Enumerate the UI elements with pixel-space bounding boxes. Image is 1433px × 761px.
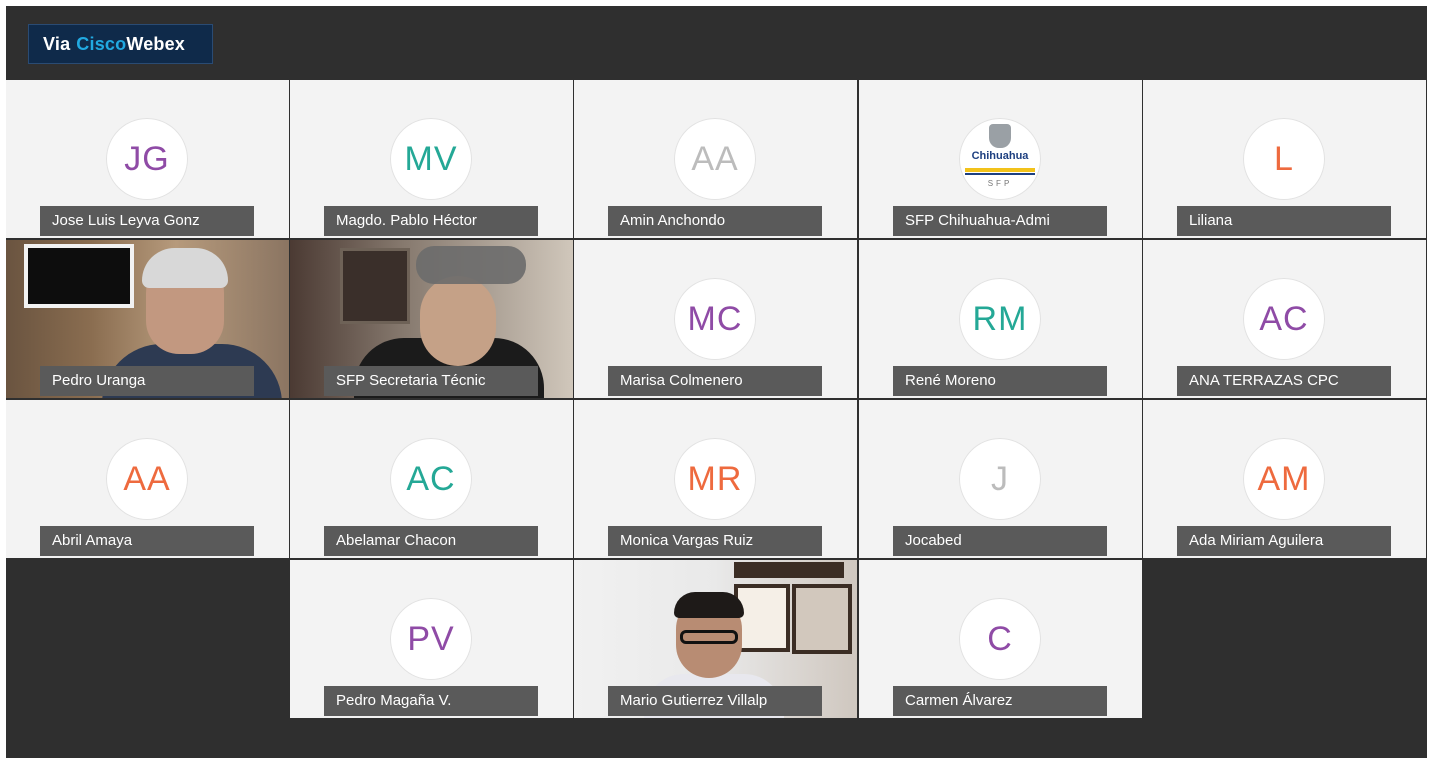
glasses [680,630,738,644]
participant-avatar: L [1243,118,1325,200]
sfp-chihuahua-logo: Chihuahua SFP [959,118,1041,200]
participant-name: Mario Gutierrez Villalp [608,686,822,716]
participant-tile[interactable]: Mario Gutierrez Villalp [574,560,857,718]
participant-name: SFP Chihuahua-Admi [893,206,1107,236]
badge-cisco-text: Cisco [76,33,127,54]
participant-tile[interactable]: MV Magdo. Pablo Héctor [290,80,573,238]
participant-name: Jocabed [893,526,1107,556]
participant-tile[interactable]: MC Marisa Colmenero [574,240,857,398]
participant-name: Abril Amaya [40,526,254,556]
participant-name: Amin Anchondo [608,206,822,236]
participant-name: Jose Luis Leyva Gonz [40,206,254,236]
participant-tile[interactable]: AM Ada Miriam Aguilera [1143,400,1426,558]
participant-avatar: AA [106,438,188,520]
participant-name: Pedro Uranga [40,366,254,396]
participant-tile[interactable]: AA Amin Anchondo [574,80,857,238]
participant-avatar: AA [674,118,756,200]
webex-meeting-window: Via Cisco Webex JG Jose Luis Leyva Gonz … [6,6,1427,758]
participant-tile[interactable]: AA Abril Amaya [6,400,289,558]
participant-tile[interactable]: C Carmen Álvarez [859,560,1142,718]
participant-avatar: RM [959,278,1041,360]
participant-avatar: MC [674,278,756,360]
participant-name: Magdo. Pablo Héctor [324,206,538,236]
participant-name: Monica Vargas Ruiz [608,526,822,556]
wall-picture [792,584,852,654]
face-shield [416,246,526,284]
participant-tile[interactable]: AC ANA TERRAZAS CPC [1143,240,1426,398]
wall-picture [24,244,134,308]
participant-name: Pedro Magaña V. [324,686,538,716]
participant-tile[interactable]: MR Monica Vargas Ruiz [574,400,857,558]
participant-name: René Moreno [893,366,1107,396]
participant-avatar: MV [390,118,472,200]
participant-avatar: JG [106,118,188,200]
participant-avatar: J [959,438,1041,520]
participant-tile[interactable]: Pedro Uranga [6,240,289,398]
participant-tile[interactable]: SFP Secretaria Técnic [290,240,573,398]
participant-name: SFP Secretaria Técnic [324,366,538,396]
participant-avatar: AC [390,438,472,520]
participant-name: ANA TERRAZAS CPC [1177,366,1391,396]
participant-name: Marisa Colmenero [608,366,822,396]
wall-picture [734,562,844,578]
participant-avatar: AM [1243,438,1325,520]
logo-stripe [965,173,1035,175]
participant-avatar: MR [674,438,756,520]
badge-via-text: Via [43,33,71,54]
participant-name: Carmen Álvarez [893,686,1107,716]
participant-name: Abelamar Chacon [324,526,538,556]
logo-stripe [965,168,1035,172]
via-cisco-webex-badge: Via Cisco Webex [28,24,213,64]
participant-tile[interactable]: Chihuahua SFP SFP Chihuahua-Admi [859,80,1142,238]
participant-name: Ada Miriam Aguilera [1177,526,1391,556]
participant-avatar: AC [1243,278,1325,360]
participant-tile[interactable]: RM René Moreno [859,240,1142,398]
shield-icon [989,124,1011,148]
person-head [420,276,496,366]
participant-tile[interactable]: J Jocabed [859,400,1142,558]
logo-subtext: SFP [987,179,1013,188]
participant-avatar: C [959,598,1041,680]
person-hair [142,248,228,288]
wall-picture [340,248,410,324]
logo-text: Chihuahua [971,150,1029,162]
participant-tile[interactable]: L Liliana [1143,80,1426,238]
wall-picture [734,584,790,652]
participant-tile[interactable]: AC Abelamar Chacon [290,400,573,558]
person-hair [674,592,744,618]
participant-grid: JG Jose Luis Leyva Gonz MV Magdo. Pablo … [6,80,1427,730]
badge-webex-text: Webex [126,33,186,54]
participant-name: Liliana [1177,206,1391,236]
participant-avatar: PV [390,598,472,680]
participant-tile[interactable]: JG Jose Luis Leyva Gonz [6,80,289,238]
participant-tile[interactable]: PV Pedro Magaña V. [290,560,573,718]
